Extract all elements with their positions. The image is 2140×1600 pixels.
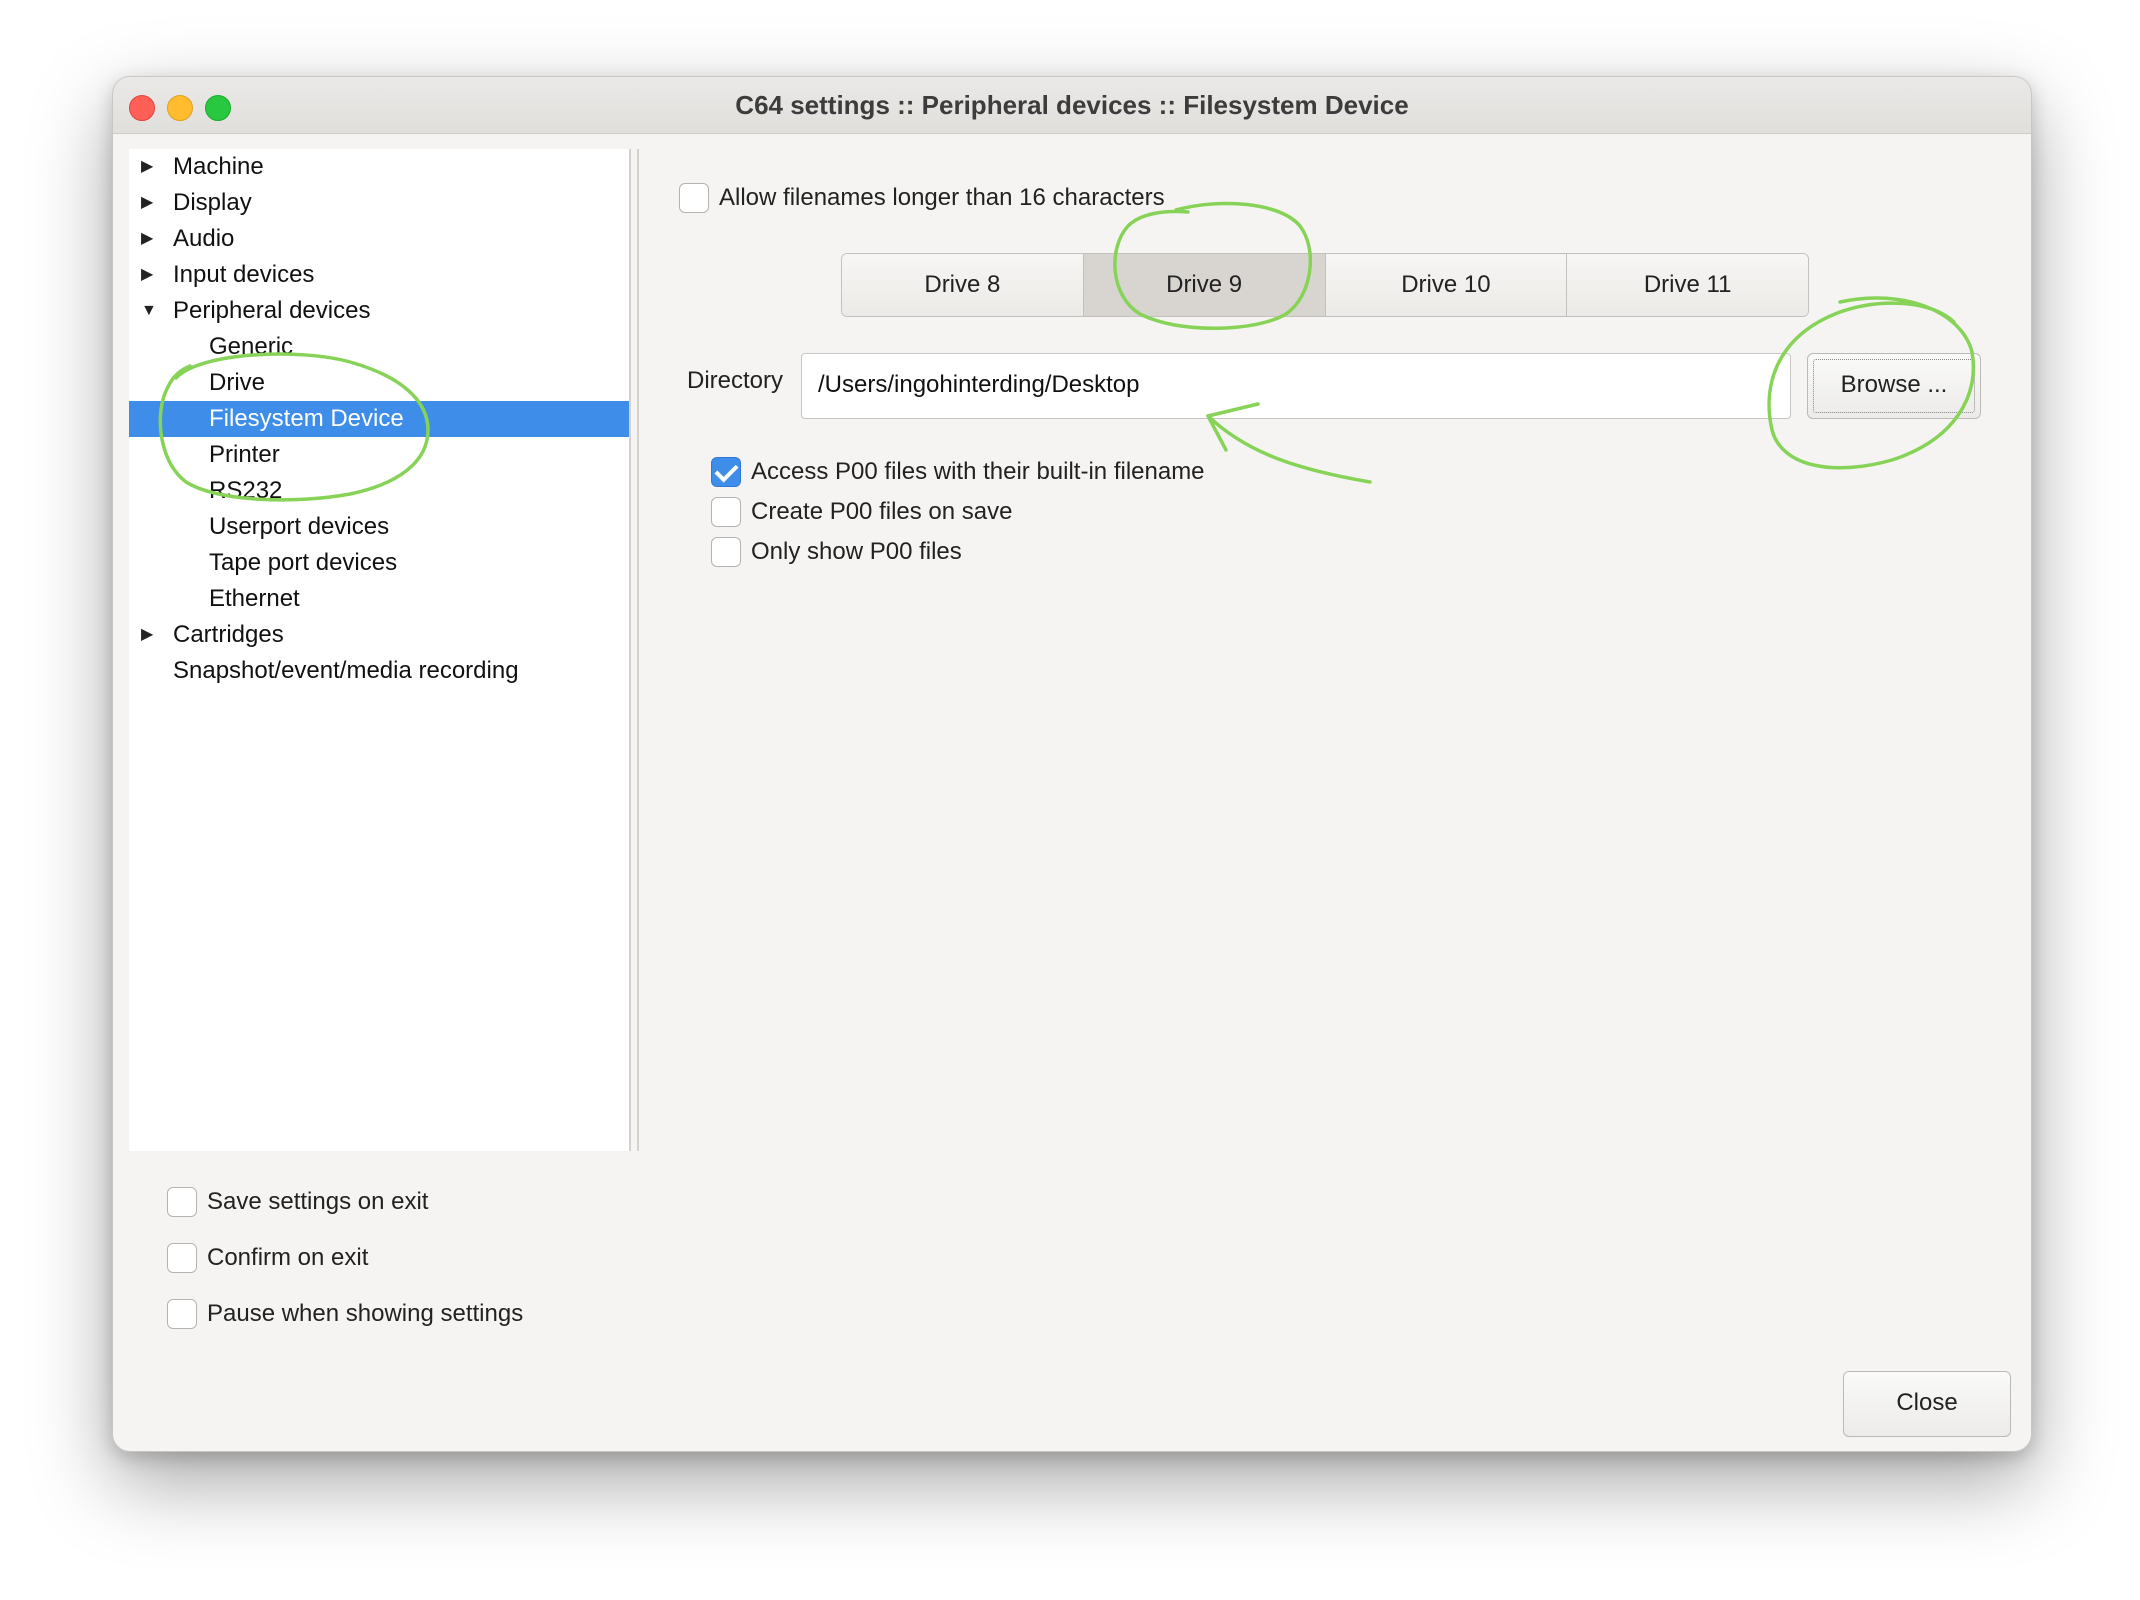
drive-tabs: Drive 8 Drive 9 Drive 10 Drive 11 xyxy=(841,253,1809,317)
directory-input[interactable]: /Users/ingohinterding/Desktop xyxy=(801,353,1791,419)
tree-item-ethernet[interactable]: Ethernet xyxy=(129,581,629,617)
tree-item-peripheral-devices[interactable]: ▼ Peripheral devices xyxy=(129,293,629,329)
tree-item-snapshot-recording[interactable]: Snapshot/event/media recording xyxy=(129,653,629,689)
pause-when-showing-settings-checkbox[interactable] xyxy=(167,1299,197,1329)
window-title: C64 settings :: Peripheral devices :: Fi… xyxy=(735,90,1409,120)
tree-item-label: Machine xyxy=(173,153,264,180)
access-p00-builtin-filename-checkbox[interactable] xyxy=(711,457,741,487)
tree-item-label: Input devices xyxy=(173,261,315,288)
access-p00-builtin-filename-label: Access P00 files with their built-in fil… xyxy=(751,458,1205,485)
tree-item-label: Drive xyxy=(209,369,266,396)
tree-item-display[interactable]: ▶ Display xyxy=(129,185,629,221)
expand-arrow-icon[interactable]: ▶ xyxy=(141,185,157,221)
tree-item-label: Printer xyxy=(209,441,280,468)
only-show-p00-checkbox[interactable] xyxy=(711,537,741,567)
create-p00-on-save-label: Create P00 files on save xyxy=(751,498,1013,525)
tree-item-input-devices[interactable]: ▶ Input devices xyxy=(129,257,629,293)
collapse-arrow-icon[interactable]: ▼ xyxy=(141,293,157,329)
tab-drive-10[interactable]: Drive 10 xyxy=(1325,254,1568,316)
expand-arrow-icon[interactable]: ▶ xyxy=(141,257,157,293)
tree-item-filesystem-device[interactable]: Filesystem Device xyxy=(129,401,629,437)
tree-item-label: RS232 xyxy=(209,477,283,504)
settings-tree[interactable]: ▶ Machine ▶ Display ▶ Audio ▶ Input devi… xyxy=(129,149,629,1151)
save-settings-on-exit-checkbox[interactable] xyxy=(167,1187,197,1217)
tab-drive-11[interactable]: Drive 11 xyxy=(1567,254,1808,316)
settings-window: C64 settings :: Peripheral devices :: Fi… xyxy=(112,76,2032,1452)
tree-item-label: Ethernet xyxy=(209,585,300,612)
only-show-p00-label: Only show P00 files xyxy=(751,538,962,565)
browse-button[interactable]: Browse ... xyxy=(1807,353,1981,419)
allow-long-filenames-label: Allow filenames longer than 16 character… xyxy=(719,184,1165,211)
tree-item-printer[interactable]: Printer xyxy=(129,437,629,473)
tree-item-rs232[interactable]: RS232 xyxy=(129,473,629,509)
title-bar[interactable]: C64 settings :: Peripheral devices :: Fi… xyxy=(113,77,2031,134)
tree-item-audio[interactable]: ▶ Audio xyxy=(129,221,629,257)
expand-arrow-icon[interactable]: ▶ xyxy=(141,149,157,185)
directory-label: Directory xyxy=(687,367,784,394)
tree-item-label: Peripheral devices xyxy=(173,297,371,324)
save-settings-on-exit-label: Save settings on exit xyxy=(207,1188,429,1215)
expand-arrow-icon[interactable]: ▶ xyxy=(141,617,157,653)
pane-splitter[interactable] xyxy=(629,149,639,1151)
tree-item-machine[interactable]: ▶ Machine xyxy=(129,149,629,185)
tree-item-drive[interactable]: Drive xyxy=(129,365,629,401)
tree-item-userport-devices[interactable]: Userport devices xyxy=(129,509,629,545)
tree-item-cartridges[interactable]: ▶ Cartridges xyxy=(129,617,629,653)
tree-item-generic[interactable]: Generic xyxy=(129,329,629,365)
tree-item-tape-port-devices[interactable]: Tape port devices xyxy=(129,545,629,581)
tree-item-label: Audio xyxy=(173,225,235,252)
confirm-on-exit-label: Confirm on exit xyxy=(207,1244,369,1271)
tree-item-label: Filesystem Device xyxy=(209,405,404,432)
tab-drive-9[interactable]: Drive 9 xyxy=(1083,254,1326,316)
tree-item-label: Snapshot/event/media recording xyxy=(173,657,519,684)
tree-item-label: Display xyxy=(173,189,252,216)
allow-long-filenames-checkbox[interactable] xyxy=(679,183,709,213)
tree-item-label: Userport devices xyxy=(209,513,390,540)
pause-when-showing-settings-label: Pause when showing settings xyxy=(207,1300,524,1327)
close-button[interactable]: Close xyxy=(1843,1371,2011,1437)
tab-drive-8[interactable]: Drive 8 xyxy=(842,254,1084,316)
tree-item-label: Tape port devices xyxy=(209,549,398,576)
confirm-on-exit-checkbox[interactable] xyxy=(167,1243,197,1273)
expand-arrow-icon[interactable]: ▶ xyxy=(141,221,157,257)
tree-item-label: Generic xyxy=(209,333,294,360)
tree-item-label: Cartridges xyxy=(173,621,284,648)
create-p00-on-save-checkbox[interactable] xyxy=(711,497,741,527)
